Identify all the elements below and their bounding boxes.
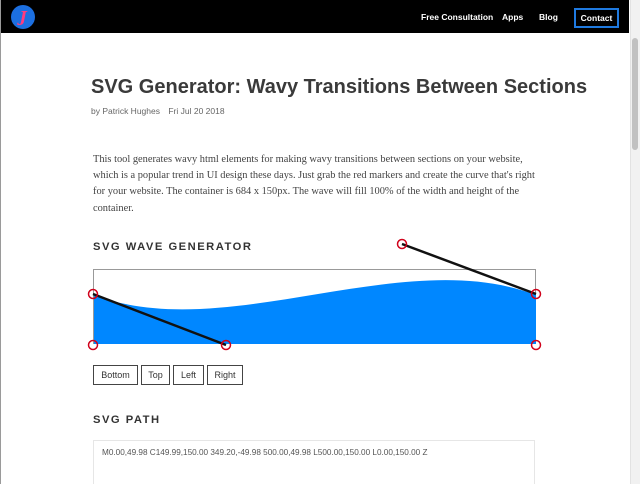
- wave-shape: [94, 280, 536, 344]
- marker-bottom-right[interactable]: [530, 339, 542, 351]
- wave-svg: [94, 280, 536, 344]
- logo-glyph: J: [19, 7, 27, 26]
- site-logo[interactable]: J: [11, 5, 35, 29]
- left-button[interactable]: Left: [173, 365, 204, 385]
- marker-control-2[interactable]: [396, 238, 408, 250]
- page-title: SVG Generator: Wavy Transitions Between …: [91, 76, 588, 98]
- nav-link-blog[interactable]: Blog: [539, 12, 558, 22]
- nav-link-apps[interactable]: Apps: [502, 12, 523, 22]
- svg-path-output[interactable]: M0.00,49.98 C149.99,150.00 349.20,-49.98…: [93, 440, 535, 484]
- author-name: by Patrick Hughes: [91, 106, 160, 116]
- intro-paragraph: This tool generates wavy html elements f…: [93, 154, 535, 214]
- right-button[interactable]: Right: [207, 365, 243, 385]
- wave-container: [93, 269, 536, 344]
- top-navbar: J Free Consultation Apps Blog Contact: [1, 0, 629, 33]
- top-button[interactable]: Top: [141, 365, 170, 385]
- svg-path-heading: SVG PATH: [93, 414, 161, 426]
- nav-link-free-consultation[interactable]: Free Consultation: [421, 12, 493, 22]
- publish-date: Fri Jul 20 2018: [168, 106, 225, 116]
- svg-path-text: M0.00,49.98 C149.99,150.00 349.20,-49.98…: [102, 448, 428, 457]
- window-frame: [0, 0, 1, 484]
- byline: by Patrick Hughes Fri Jul 20 2018: [91, 106, 231, 116]
- wave-generator-heading: SVG WAVE GENERATOR: [93, 241, 253, 253]
- contact-button[interactable]: Contact: [574, 8, 619, 28]
- bottom-button[interactable]: Bottom: [93, 365, 138, 385]
- scrollbar-thumb[interactable]: [632, 38, 638, 150]
